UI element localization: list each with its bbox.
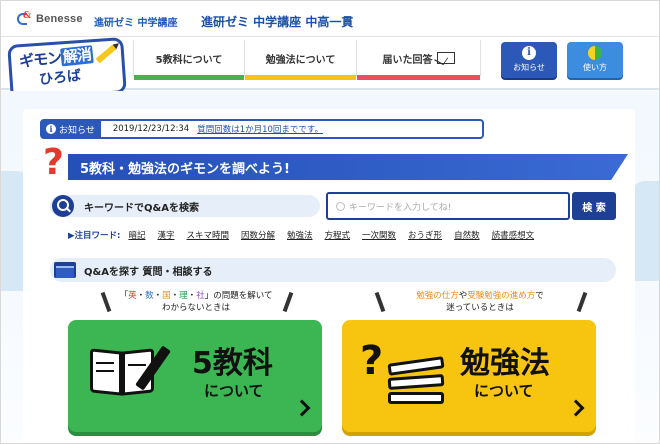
benesse-mark-icon: & (17, 11, 33, 27)
arrow-icon (293, 399, 311, 417)
benesse-text: Benesse (36, 13, 83, 25)
section-banner: 5教科・勉強法のギモンを調べよう! (68, 154, 628, 180)
featured-keywords: ▶注目ワード: 暗記 漢字 スキマ時間 因数分解 勉強法 方程式 一次関数 おう… (68, 228, 546, 242)
subjects-hint: 「英・数・国・理・社」の問題を解いて わからないときは (119, 291, 273, 313)
search-input[interactable]: キーワードを入力してね! (326, 192, 570, 220)
benesse-logo[interactable]: & Benesse (17, 11, 83, 27)
keyword-link[interactable]: 暗記 (128, 229, 145, 241)
course-link-small[interactable]: 進研ゼミ 中学講座 (94, 14, 177, 29)
arrow-icon (567, 399, 585, 417)
info-icon: i (46, 124, 56, 134)
tab-label: 届いた回答 (382, 54, 433, 66)
card-title: 勉強法 (460, 346, 550, 381)
five-subjects-card[interactable]: 5教科 について (68, 320, 322, 432)
keyword-link[interactable]: 因数分解 (241, 229, 275, 241)
keyword-link[interactable]: おうぎ形 (408, 229, 442, 241)
keyword-link[interactable]: スキマ時間 (186, 229, 229, 241)
keyword-link[interactable]: 自然数 (454, 229, 480, 241)
study-methods-card[interactable]: ? 勉強法 について (342, 320, 596, 432)
search-label-box: キーワードでQ&Aを検索 (50, 195, 320, 217)
info-icon: i (522, 46, 536, 60)
card-subtitle: について (474, 382, 534, 400)
card-subtitle: について (204, 382, 264, 400)
keyword-search: キーワードでQ&Aを検索 キーワードを入力してね! 検 索 (50, 192, 618, 220)
notice-bar: i お知らせ 2019/12/23/12:34 質問回数は1か月10回までです。 (40, 119, 484, 139)
tab-received-answers[interactable]: 届いた回答 (357, 40, 481, 80)
background-decoration (631, 181, 659, 281)
header: ギモン解消 ひろば 5教科について 勉強法について 届いた回答 i お知らせ 使… (1, 37, 659, 101)
notice-button[interactable]: i お知らせ (501, 42, 557, 78)
keyword-link[interactable]: 方程式 (325, 229, 351, 241)
tab-color-bar (357, 75, 480, 80)
qa-section-header: Q&Aを探す 質問・相談する (50, 258, 616, 282)
keyword-link[interactable]: 勉強法 (287, 229, 313, 241)
open-book-icon (88, 342, 171, 398)
tab-color-bar (245, 75, 356, 80)
tab-study-methods[interactable]: 勉強法について (245, 40, 357, 80)
search-small-icon (336, 201, 345, 211)
card-title: 5教科 (192, 346, 273, 381)
keyword-link[interactable]: 一次関数 (362, 229, 396, 241)
keyword-link[interactable]: 漢字 (157, 229, 174, 241)
qa-section-title: Q&Aを探す 質問・相談する (84, 266, 213, 278)
book-stack-icon: ? (360, 338, 450, 418)
notice-link[interactable]: 質問回数は1か月10回までです。 (197, 123, 323, 135)
tab-label: 勉強法について (265, 54, 336, 66)
search-icon (52, 195, 74, 217)
question-mark-icon: ? (43, 142, 64, 183)
search-placeholder: キーワードを入力してね! (349, 202, 452, 213)
howto-button[interactable]: 使い方 (567, 42, 623, 78)
search-label: キーワードでQ&Aを検索 (84, 202, 199, 214)
beginner-leaf-icon (588, 46, 602, 60)
search-button[interactable]: 検 索 (572, 192, 616, 220)
notice-date: 2019/12/23/12:34 (112, 124, 190, 134)
notice-button-label: お知らせ (513, 63, 545, 72)
folder-icon (54, 262, 76, 278)
tab-color-bar (134, 75, 244, 80)
course-title[interactable]: 進研ゼミ 中学講座 中高一貫 (201, 13, 353, 30)
section-title: 5教科・勉強法のギモンを調べよう! (80, 161, 290, 177)
howto-button-label: 使い方 (583, 63, 607, 72)
study-hint: 勉強の仕方や受験勉強の進め方で 迷っているときは (416, 291, 544, 313)
brand-bar: & Benesse 進研ゼミ 中学講座 進研ゼミ 中学講座 中高一貫 (1, 1, 659, 37)
keyword-link[interactable]: 読書感想文 (492, 229, 535, 241)
keywords-heading: ▶注目ワード: (68, 231, 121, 241)
tab-five-subjects[interactable]: 5教科について (133, 40, 245, 80)
notice-tag-label: お知らせ (59, 125, 95, 136)
tab-label: 5教科について (155, 54, 223, 66)
mail-icon (436, 52, 455, 64)
notice-tag: i お知らせ (42, 121, 101, 137)
